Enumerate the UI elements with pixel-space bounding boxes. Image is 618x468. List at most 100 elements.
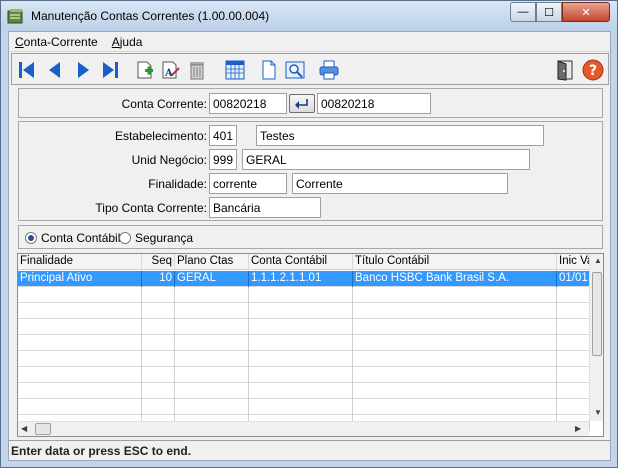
empty-cell <box>18 287 142 303</box>
svg-text:A: A <box>164 68 173 79</box>
menu-ajuda[interactable]: Ajuda <box>112 35 143 49</box>
col-titulo-contabil[interactable]: Título Contábil <box>353 254 557 270</box>
scroll-down-icon[interactable]: ▼ <box>594 408 602 417</box>
empty-cell <box>142 335 175 351</box>
table-row-empty[interactable] <box>18 367 590 383</box>
details-group: Estabelecimento: 401 Testes Unid Negócio… <box>18 121 603 221</box>
exit-button[interactable] <box>552 57 578 83</box>
table-row-empty[interactable] <box>18 303 590 319</box>
cell-titulo: Banco HSBC Bank Brasil S.A. <box>353 271 557 287</box>
col-inic-va[interactable]: Inic Va <box>557 254 590 270</box>
calendar-grid-button[interactable] <box>222 57 248 83</box>
delete-record-icon <box>190 62 204 80</box>
unid-negocio-label: Unid Negócio: <box>131 153 207 167</box>
estabelecimento-name: Testes <box>256 125 544 146</box>
conta-corrente-label: Conta Corrente: <box>121 97 207 111</box>
empty-cell <box>557 351 590 367</box>
table-row-empty[interactable] <box>18 399 590 415</box>
empty-cell <box>249 319 353 335</box>
new-record-button[interactable] <box>132 57 158 83</box>
tipo-conta-input[interactable]: Bancária <box>209 197 321 218</box>
last-record-button[interactable] <box>97 57 123 83</box>
previous-record-icon <box>49 62 60 78</box>
col-seq[interactable]: Seq <box>142 254 175 270</box>
first-record-button[interactable] <box>14 57 40 83</box>
empty-cell <box>249 399 353 415</box>
empty-cell <box>142 351 175 367</box>
empty-cell <box>175 303 249 319</box>
tipo-conta-label: Tipo Conta Corrente: <box>95 201 207 215</box>
finalidade-code[interactable]: corrente <box>209 173 287 194</box>
col-finalidade[interactable]: Finalidade <box>18 254 142 270</box>
empty-cell <box>249 351 353 367</box>
print-preview-button[interactable] <box>282 57 308 83</box>
empty-cell <box>18 383 142 399</box>
grid-header: Finalidade Seq Plano Ctas Conta Contábil… <box>18 254 590 270</box>
table-row-empty[interactable] <box>18 351 590 367</box>
account-group: Conta Corrente: 00820218 00820218 <box>18 88 603 118</box>
scroll-thumb[interactable] <box>592 272 602 356</box>
enter-button[interactable] <box>289 94 315 113</box>
table-row[interactable]: Principal Ativo 10 GERAL 1.1.1.2.1.1.01 … <box>18 271 590 287</box>
table-row-empty[interactable] <box>18 319 590 335</box>
empty-cell <box>142 383 175 399</box>
table-row-empty[interactable] <box>18 383 590 399</box>
menu-ajuda-accel: A <box>111 34 120 49</box>
empty-cell <box>557 335 590 351</box>
horizontal-scrollbar[interactable]: ◀ ▶ <box>18 421 589 436</box>
menu-conta-corrente[interactable]: Conta-Corrente <box>15 35 98 49</box>
cell-finalidade: Principal Ativo <box>18 271 142 287</box>
view-selector-group: Conta Contábil Segurança <box>18 225 603 249</box>
estabelecimento-code[interactable]: 401 <box>209 125 237 146</box>
empty-cell <box>557 383 590 399</box>
close-button[interactable]: ✕ <box>562 2 610 22</box>
empty-cell <box>557 367 590 383</box>
maximize-button[interactable]: ☐ <box>536 2 562 22</box>
empty-cell <box>353 399 557 415</box>
radio-conta-contabil[interactable]: Conta Contábil <box>25 231 120 245</box>
radio-seguranca[interactable]: Segurança <box>119 231 193 245</box>
empty-cell <box>353 351 557 367</box>
empty-cell <box>18 319 142 335</box>
menu-conta-corrente-label: onta-Corrente <box>23 34 98 49</box>
col-conta-contabil[interactable]: Conta Contábil <box>249 254 353 270</box>
empty-cell <box>557 303 590 319</box>
menu-ajuda-label: juda <box>119 34 143 49</box>
previous-record-button[interactable] <box>42 57 68 83</box>
unid-negocio-name: GERAL <box>242 149 530 170</box>
accounts-grid: Finalidade Seq Plano Ctas Conta Contábil… <box>17 253 604 437</box>
empty-cell <box>142 367 175 383</box>
help-button[interactable]: ? <box>580 57 606 83</box>
edit-record-icon: A <box>162 61 180 79</box>
minimize-button[interactable]: — <box>510 2 536 22</box>
print-preview-icon <box>285 61 305 79</box>
next-record-button[interactable] <box>70 57 96 83</box>
table-row-empty[interactable] <box>18 287 590 303</box>
table-row-empty[interactable] <box>18 335 590 351</box>
document-button[interactable] <box>256 57 282 83</box>
conta-corrente-input[interactable]: 00820218 <box>209 93 287 114</box>
col-plano-ctas[interactable]: Plano Ctas <box>175 254 249 270</box>
svg-text:?: ? <box>589 63 597 79</box>
empty-cell <box>353 367 557 383</box>
title-bar[interactable]: Manutenção Contas Correntes (1.00.00.004… <box>1 1 617 31</box>
print-button[interactable] <box>316 57 342 83</box>
cell-plano: GERAL <box>175 271 249 287</box>
unid-negocio-code[interactable]: 999 <box>209 149 237 170</box>
empty-cell <box>142 287 175 303</box>
close-icon: ✕ <box>581 6 591 19</box>
empty-cell <box>18 351 142 367</box>
vertical-scrollbar[interactable]: ▲ ▼ <box>589 254 603 421</box>
edit-record-button[interactable]: A <box>158 57 184 83</box>
scroll-left-icon[interactable]: ◀ <box>21 424 27 433</box>
delete-record-button[interactable] <box>184 57 210 83</box>
empty-cell <box>18 303 142 319</box>
toolbar: A ? <box>11 53 609 85</box>
empty-cell <box>353 383 557 399</box>
scroll-up-icon[interactable]: ▲ <box>594 256 602 265</box>
radio-seguranca-dot[interactable] <box>119 232 131 244</box>
hscroll-thumb[interactable] <box>35 423 51 435</box>
finalidade-label: Finalidade: <box>148 177 207 191</box>
radio-conta-contabil-dot[interactable] <box>25 232 37 244</box>
scroll-right-icon[interactable]: ▶ <box>575 424 581 433</box>
